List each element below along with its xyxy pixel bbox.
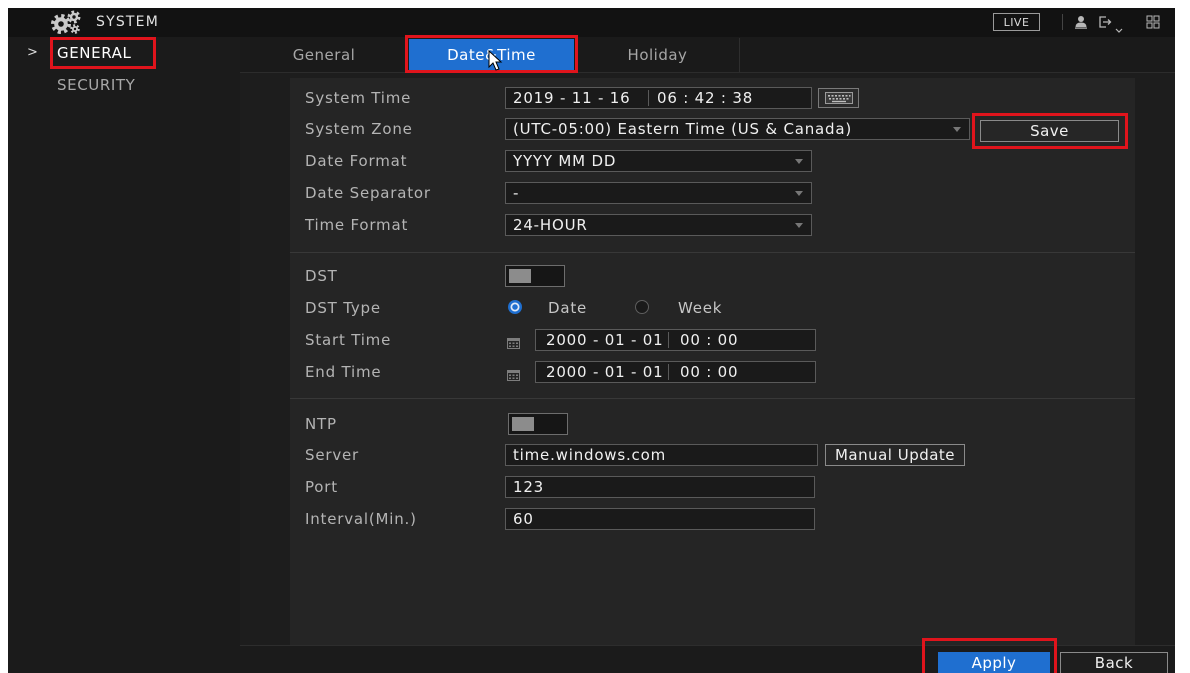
port-label: Port <box>305 478 338 496</box>
keyboard-icon[interactable] <box>818 88 859 108</box>
sidebar-expand-marker: > <box>27 45 38 60</box>
date-format-label: Date Format <box>305 152 408 170</box>
server-input[interactable]: time.windows.com <box>505 444 818 466</box>
ntp-label: NTP <box>305 415 337 433</box>
time-format-dropdown[interactable]: 24-HOUR <box>505 214 812 236</box>
dst-toggle[interactable] <box>505 265 565 287</box>
dst-type-week-radio[interactable] <box>635 300 649 314</box>
dst-type-date-radio[interactable] <box>508 300 522 314</box>
end-time-field[interactable]: 2000 - 01 - 01 00 : 00 <box>535 361 816 383</box>
end-time-label: End Time <box>305 363 382 381</box>
system-zone-value: (UTC-05:00) Eastern Time (US & Canada) <box>513 120 853 138</box>
live-button[interactable]: LIVE <box>993 13 1040 31</box>
chevron-down-icon[interactable] <box>1115 19 1123 33</box>
server-label: Server <box>305 446 359 464</box>
ntp-toggle[interactable] <box>508 413 568 435</box>
sidebar <box>8 37 240 673</box>
chevron-down-icon <box>953 127 961 132</box>
dst-type-week-label[interactable]: Week <box>678 297 722 319</box>
interval-input[interactable]: 60 <box>505 508 815 530</box>
server-value[interactable]: time.windows.com <box>513 445 666 465</box>
start-date-value[interactable]: 2000 - 01 - 01 <box>546 330 663 350</box>
date-separator-label: Date Separator <box>305 184 431 202</box>
start-time-value[interactable]: 00 : 00 <box>680 330 738 350</box>
apply-button[interactable]: Apply <box>938 652 1050 673</box>
time-format-label: Time Format <box>305 216 409 234</box>
field-divider <box>668 364 669 380</box>
field-divider <box>648 90 649 106</box>
tab-holiday[interactable]: Holiday <box>576 38 740 72</box>
system-zone-label: System Zone <box>305 120 413 138</box>
tab-general[interactable]: General <box>242 38 407 72</box>
dst-type-label: DST Type <box>305 299 381 317</box>
interval-label: Interval(Min.) <box>305 510 417 528</box>
chevron-down-icon <box>795 223 803 228</box>
system-time-label: System Time <box>305 89 412 107</box>
gear-icon <box>50 9 82 35</box>
calendar-icon[interactable] <box>507 366 520 381</box>
interval-value[interactable]: 60 <box>513 509 534 529</box>
end-time-value[interactable]: 00 : 00 <box>680 362 738 382</box>
grid-icon[interactable] <box>1146 14 1160 29</box>
toggle-knob <box>512 417 534 431</box>
manual-update-button[interactable]: Manual Update <box>825 444 965 466</box>
chevron-down-icon <box>795 191 803 196</box>
system-time-field[interactable]: 2019 - 11 - 16 06 : 42 : 38 <box>505 87 812 109</box>
save-button[interactable]: Save <box>980 120 1119 142</box>
start-time-field[interactable]: 2000 - 01 - 01 00 : 00 <box>535 329 816 351</box>
date-format-value: YYYY MM DD <box>513 152 617 170</box>
end-date-value[interactable]: 2000 - 01 - 01 <box>546 362 663 382</box>
screen: SYSTEM LIVE > GENERAL SECURITY General D… <box>0 0 1190 673</box>
chevron-down-icon <box>795 159 803 164</box>
date-format-dropdown[interactable]: YYYY MM DD <box>505 150 812 172</box>
toggle-knob <box>509 269 531 283</box>
dst-type-date-label[interactable]: Date <box>548 297 587 319</box>
section-divider <box>290 252 1135 253</box>
time-format-value: 24-HOUR <box>513 216 588 234</box>
window-title: SYSTEM <box>96 14 160 30</box>
date-separator-dropdown[interactable]: - <box>505 182 812 204</box>
date-separator-value: - <box>513 184 520 202</box>
system-time-value[interactable]: 06 : 42 : 38 <box>657 88 753 108</box>
sidebar-item-security[interactable]: SECURITY <box>57 76 135 94</box>
user-icon[interactable] <box>1074 14 1088 29</box>
system-date-value[interactable]: 2019 - 11 - 16 <box>513 88 630 108</box>
logout-icon[interactable] <box>1098 14 1112 28</box>
calendar-icon[interactable] <box>507 334 520 349</box>
section-divider <box>290 398 1135 399</box>
port-value[interactable]: 123 <box>513 477 544 497</box>
toolbar-divider <box>1062 14 1063 30</box>
back-button[interactable]: Back <box>1060 652 1168 673</box>
port-input[interactable]: 123 <box>505 476 815 498</box>
field-divider <box>668 332 669 348</box>
start-time-label: Start Time <box>305 331 392 349</box>
mouse-cursor-icon <box>488 49 504 72</box>
dst-label: DST <box>305 267 338 285</box>
system-zone-dropdown[interactable]: (UTC-05:00) Eastern Time (US & Canada) <box>505 118 970 140</box>
sidebar-item-general[interactable]: GENERAL <box>57 44 131 62</box>
